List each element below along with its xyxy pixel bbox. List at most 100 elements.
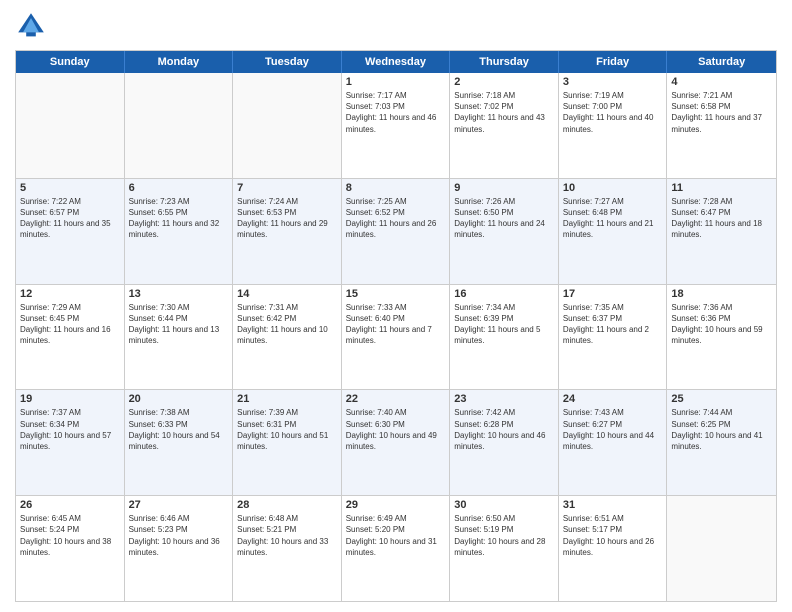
day-info: Sunrise: 7:44 AM Sunset: 6:25 PM Dayligh… — [671, 407, 772, 452]
day-number: 24 — [563, 393, 663, 405]
day-info: Sunrise: 7:38 AM Sunset: 6:33 PM Dayligh… — [129, 407, 229, 452]
day-info: Sunrise: 6:50 AM Sunset: 5:19 PM Dayligh… — [454, 513, 554, 558]
day-cell-9: 9 Sunrise: 7:26 AM Sunset: 6:50 PM Daylig… — [450, 179, 559, 284]
day-info: Sunrise: 6:45 AM Sunset: 5:24 PM Dayligh… — [20, 513, 120, 558]
day-number: 30 — [454, 499, 554, 511]
day-cell-17: 17Sunrise: 7:35 AM Sunset: 6:37 PM Dayli… — [559, 285, 668, 390]
day-info: Sunrise: 7:18 AM Sunset: 7:02 PM Dayligh… — [454, 90, 554, 135]
day-info: Sunrise: 7:36 AM Sunset: 6:36 PM Dayligh… — [671, 302, 772, 347]
day-number: 11 — [671, 182, 772, 194]
logo — [15, 10, 51, 42]
day-number: 9 — [454, 182, 554, 194]
day-number: 18 — [671, 288, 772, 300]
header — [15, 10, 777, 42]
day-number: 1 — [346, 76, 446, 88]
day-info: Sunrise: 7:24 AM Sunset: 6:53 PM Dayligh… — [237, 196, 337, 241]
day-number: 26 — [20, 499, 120, 511]
day-info: Sunrise: 6:49 AM Sunset: 5:20 PM Dayligh… — [346, 513, 446, 558]
day-cell-1: 1 Sunrise: 7:17 AM Sunset: 7:03 PM Daylig… — [342, 73, 451, 178]
header-sunday: Sunday — [16, 51, 125, 73]
day-number: 28 — [237, 499, 337, 511]
day-number: 7 — [237, 182, 337, 194]
header-monday: Monday — [125, 51, 234, 73]
day-cell-3: 3 Sunrise: 7:19 AM Sunset: 7:00 PM Daylig… — [559, 73, 668, 178]
day-info: Sunrise: 7:37 AM Sunset: 6:34 PM Dayligh… — [20, 407, 120, 452]
day-info: Sunrise: 7:35 AM Sunset: 6:37 PM Dayligh… — [563, 302, 663, 347]
calendar-row-4: 26 Sunrise: 6:45 AM Sunset: 5:24 PM Dayli… — [16, 495, 776, 601]
day-cell-28: 28 Sunrise: 6:48 AM Sunset: 5:21 PM Dayli… — [233, 496, 342, 601]
calendar-row-0: 1 Sunrise: 7:17 AM Sunset: 7:03 PM Daylig… — [16, 73, 776, 178]
day-info: Sunrise: 6:46 AM Sunset: 5:23 PM Dayligh… — [129, 513, 229, 558]
day-cell-29: 29 Sunrise: 6:49 AM Sunset: 5:20 PM Dayli… — [342, 496, 451, 601]
day-cell-14: 14 Sunrise: 7:31 AM Sunset: 6:42 PM Dayli… — [233, 285, 342, 390]
day-number: 5 — [20, 182, 120, 194]
day-cell-4: 4Sunrise: 7:21 AM Sunset: 6:58 PM Daylig… — [667, 73, 776, 178]
day-number: 25 — [671, 393, 772, 405]
day-info: Sunrise: 7:23 AM Sunset: 6:55 PM Dayligh… — [129, 196, 229, 241]
header-thursday: Thursday — [450, 51, 559, 73]
day-cell-21: 21Sunrise: 7:39 AM Sunset: 6:31 PM Dayli… — [233, 390, 342, 495]
day-number: 29 — [346, 499, 446, 511]
calendar-header: Sunday Monday Tuesday Wednesday Thursday… — [16, 51, 776, 73]
day-info: Sunrise: 6:48 AM Sunset: 5:21 PM Dayligh… — [237, 513, 337, 558]
day-number: 31 — [563, 499, 663, 511]
day-number: 22 — [346, 393, 446, 405]
header-saturday: Saturday — [667, 51, 776, 73]
header-wednesday: Wednesday — [342, 51, 451, 73]
day-info: Sunrise: 7:42 AM Sunset: 6:28 PM Dayligh… — [454, 407, 554, 452]
empty-cell-4-6 — [667, 496, 776, 601]
day-info: Sunrise: 7:17 AM Sunset: 7:03 PM Dayligh… — [346, 90, 446, 135]
day-cell-8: 8Sunrise: 7:25 AM Sunset: 6:52 PM Daylig… — [342, 179, 451, 284]
day-info: Sunrise: 7:30 AM Sunset: 6:44 PM Dayligh… — [129, 302, 229, 347]
day-cell-23: 23 Sunrise: 7:42 AM Sunset: 6:28 PM Dayli… — [450, 390, 559, 495]
day-cell-25: 25 Sunrise: 7:44 AM Sunset: 6:25 PM Dayli… — [667, 390, 776, 495]
day-cell-6: 6 Sunrise: 7:23 AM Sunset: 6:55 PM Daylig… — [125, 179, 234, 284]
empty-cell-0-0 — [16, 73, 125, 178]
day-cell-19: 19 Sunrise: 7:37 AM Sunset: 6:34 PM Dayli… — [16, 390, 125, 495]
day-number: 12 — [20, 288, 120, 300]
day-number: 6 — [129, 182, 229, 194]
day-info: Sunrise: 7:31 AM Sunset: 6:42 PM Dayligh… — [237, 302, 337, 347]
day-number: 16 — [454, 288, 554, 300]
header-tuesday: Tuesday — [233, 51, 342, 73]
day-number: 20 — [129, 393, 229, 405]
day-number: 27 — [129, 499, 229, 511]
calendar-row-3: 19 Sunrise: 7:37 AM Sunset: 6:34 PM Dayli… — [16, 389, 776, 495]
day-number: 3 — [563, 76, 663, 88]
day-info: Sunrise: 7:40 AM Sunset: 6:30 PM Dayligh… — [346, 407, 446, 452]
day-info: Sunrise: 7:19 AM Sunset: 7:00 PM Dayligh… — [563, 90, 663, 135]
day-number: 23 — [454, 393, 554, 405]
logo-icon — [15, 10, 47, 42]
empty-cell-0-1 — [125, 73, 234, 178]
day-cell-10: 10Sunrise: 7:27 AM Sunset: 6:48 PM Dayli… — [559, 179, 668, 284]
day-info: Sunrise: 7:21 AM Sunset: 6:58 PM Dayligh… — [671, 90, 772, 135]
day-info: Sunrise: 7:27 AM Sunset: 6:48 PM Dayligh… — [563, 196, 663, 241]
day-cell-18: 18 Sunrise: 7:36 AM Sunset: 6:36 PM Dayli… — [667, 285, 776, 390]
day-number: 2 — [454, 76, 554, 88]
day-cell-27: 27 Sunrise: 6:46 AM Sunset: 5:23 PM Dayli… — [125, 496, 234, 601]
day-info: Sunrise: 7:22 AM Sunset: 6:57 PM Dayligh… — [20, 196, 120, 241]
day-info: Sunrise: 7:43 AM Sunset: 6:27 PM Dayligh… — [563, 407, 663, 452]
day-number: 19 — [20, 393, 120, 405]
calendar-row-1: 5 Sunrise: 7:22 AM Sunset: 6:57 PM Daylig… — [16, 178, 776, 284]
day-number: 21 — [237, 393, 337, 405]
day-cell-12: 12 Sunrise: 7:29 AM Sunset: 6:45 PM Dayli… — [16, 285, 125, 390]
day-cell-24: 24 Sunrise: 7:43 AM Sunset: 6:27 PM Dayli… — [559, 390, 668, 495]
day-info: Sunrise: 6:51 AM Sunset: 5:17 PM Dayligh… — [563, 513, 663, 558]
day-cell-30: 30 Sunrise: 6:50 AM Sunset: 5:19 PM Dayli… — [450, 496, 559, 601]
day-number: 14 — [237, 288, 337, 300]
day-cell-26: 26 Sunrise: 6:45 AM Sunset: 5:24 PM Dayli… — [16, 496, 125, 601]
day-cell-15: 15Sunrise: 7:33 AM Sunset: 6:40 PM Dayli… — [342, 285, 451, 390]
day-info: Sunrise: 7:29 AM Sunset: 6:45 PM Dayligh… — [20, 302, 120, 347]
day-cell-13: 13Sunrise: 7:30 AM Sunset: 6:44 PM Dayli… — [125, 285, 234, 390]
day-info: Sunrise: 7:26 AM Sunset: 6:50 PM Dayligh… — [454, 196, 554, 241]
day-cell-7: 7 Sunrise: 7:24 AM Sunset: 6:53 PM Daylig… — [233, 179, 342, 284]
day-info: Sunrise: 7:25 AM Sunset: 6:52 PM Dayligh… — [346, 196, 446, 241]
calendar-body: 1 Sunrise: 7:17 AM Sunset: 7:03 PM Daylig… — [16, 73, 776, 601]
empty-cell-0-2 — [233, 73, 342, 178]
page: Sunday Monday Tuesday Wednesday Thursday… — [0, 0, 792, 612]
day-info: Sunrise: 7:33 AM Sunset: 6:40 PM Dayligh… — [346, 302, 446, 347]
day-cell-5: 5 Sunrise: 7:22 AM Sunset: 6:57 PM Daylig… — [16, 179, 125, 284]
day-info: Sunrise: 7:34 AM Sunset: 6:39 PM Dayligh… — [454, 302, 554, 347]
calendar-row-2: 12 Sunrise: 7:29 AM Sunset: 6:45 PM Dayli… — [16, 284, 776, 390]
